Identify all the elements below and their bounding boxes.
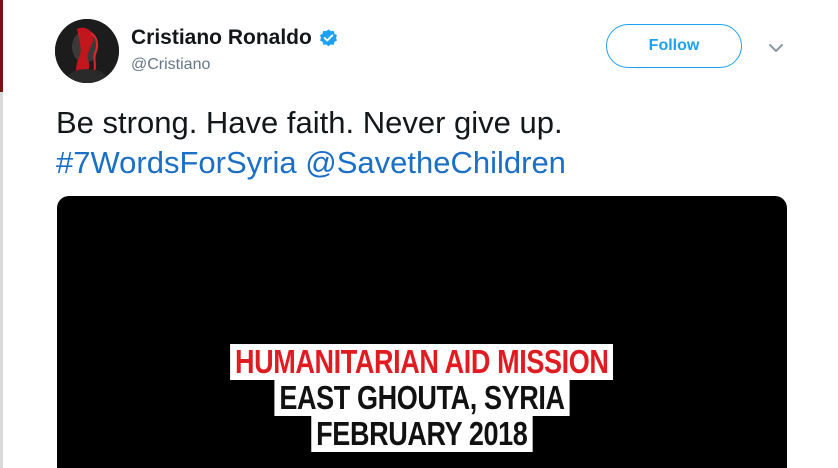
hashtag-link[interactable]: #7WordsForSyria — [56, 145, 297, 180]
verified-badge-icon — [318, 28, 339, 49]
tweet-media-video[interactable]: HUMANITARIAN AID MISSION EAST GHOUTA, SY… — [57, 196, 787, 468]
follow-button[interactable]: Follow — [606, 24, 742, 68]
profile-photo-icon — [55, 19, 119, 83]
display-name[interactable]: Cristiano Ronaldo — [131, 25, 312, 51]
user-handle[interactable]: @Cristiano — [131, 55, 210, 75]
chevron-down-icon[interactable] — [766, 38, 786, 58]
tweet-page: Cristiano Ronaldo @Cristiano Follow Be s… — [0, 0, 838, 468]
media-caption-line-1: HUMANITARIAN AID MISSION — [230, 344, 614, 380]
tweet-links-line: #7WordsForSyria @SavetheChildren — [56, 143, 816, 183]
tweet-text-line: Be strong. Have faith. Never give up. — [56, 105, 563, 140]
media-caption: HUMANITARIAN AID MISSION EAST GHOUTA, SY… — [57, 344, 787, 452]
left-edge-strip — [0, 0, 3, 468]
name-row: Cristiano Ronaldo — [131, 25, 339, 51]
media-caption-line-3: FEBRUARY 2018 — [311, 416, 533, 452]
tweet-text: Be strong. Have faith. Never give up. #7… — [56, 103, 816, 183]
left-edge-border — [0, 92, 3, 468]
avatar[interactable] — [55, 19, 119, 83]
left-edge-accent — [0, 0, 3, 92]
mention-link[interactable]: @SavetheChildren — [305, 145, 566, 180]
media-caption-line-2: EAST GHOUTA, SYRIA — [274, 380, 570, 416]
